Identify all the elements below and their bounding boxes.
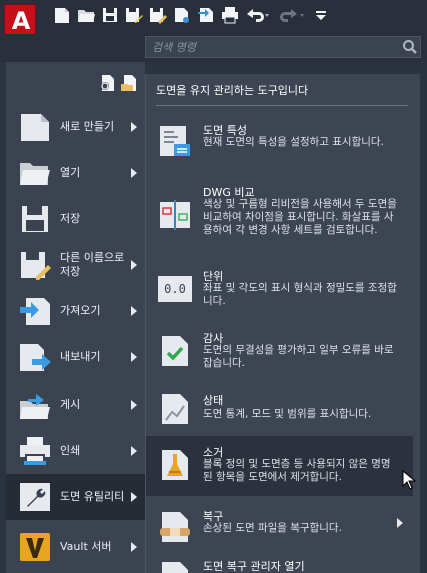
utility-description: 블록 정의 및 도면층 등 사용되지 않은 명명된 항목을 도면에서 제거합니다… — [203, 458, 391, 483]
redo-icon[interactable] — [280, 6, 306, 24]
submenu-arrow-icon — [131, 122, 137, 132]
utility-description: 도면 통계, 모드 및 범위를 표시합니다. — [203, 408, 372, 420]
customize-icon[interactable] — [314, 6, 328, 24]
export-icon — [20, 344, 51, 371]
save-icon[interactable] — [100, 6, 120, 24]
utility-description: 손상된 도면 파일을 복구합니다. — [203, 522, 342, 534]
menu-item-label: 다른 이름으로 저장 — [60, 251, 125, 278]
menu-item-label: 게시 — [60, 398, 81, 411]
save-to-web-icon[interactable] — [196, 6, 216, 24]
new-icon[interactable] — [52, 6, 72, 24]
submenu-arrow-icon — [131, 446, 137, 456]
menu-item-label: 인쇄 — [60, 444, 81, 457]
open-icon[interactable] — [76, 6, 96, 24]
menu-item-new[interactable]: 새로 만들기 — [6, 104, 145, 150]
pane-title: 도면을 유지 관리하는 도구입니다 — [156, 84, 309, 97]
save-as-icon-2[interactable] — [148, 6, 168, 24]
audit-icon — [162, 336, 188, 366]
save-as-disk-icon — [21, 252, 51, 280]
mouse-cursor-icon — [402, 470, 416, 490]
undo-icon[interactable] — [244, 6, 270, 24]
status-icon — [162, 394, 188, 424]
submenu-arrow-icon — [131, 492, 137, 502]
utility-units[interactable]: 0.0 단위 좌표 및 각도의 표시 형식과 정밀도를 조정합니다. — [146, 264, 413, 320]
quick-access-toolbar — [0, 0, 427, 34]
utility-description: 도면의 무결성을 평가하고 일부 오류를 바로잡습니다. — [203, 344, 394, 369]
import-icon — [20, 298, 50, 325]
utility-status[interactable]: 상태 도면 통계, 모드 및 범위를 표시합니다. — [146, 386, 413, 432]
open-from-web-icon[interactable] — [172, 6, 192, 24]
menu-item-save[interactable]: 저장 — [6, 196, 145, 242]
utility-title: 도면 복구 관리자 열기 — [203, 560, 305, 573]
submenu-arrow-icon — [131, 352, 137, 362]
save-disk-icon — [22, 206, 48, 232]
menu-right-edge — [420, 62, 427, 573]
units-icon: 0.0 — [158, 276, 192, 302]
menu-item-open[interactable]: 열기 — [6, 150, 145, 196]
menu-item-label: Vault 서버 — [60, 540, 112, 553]
utility-title: 상태 — [203, 394, 224, 407]
pane-divider — [156, 105, 408, 106]
utility-purge[interactable]: 소거 블록 정의 및 도면층 등 사용되지 않은 명명된 항목을 도면에서 제거… — [146, 436, 413, 496]
open-folder-icon — [20, 163, 50, 185]
utility-dwg-compare[interactable]: DWG 비교 색상 및 구름형 리비전을 사용해서 두 도면을 비교하여 차이점… — [146, 176, 413, 256]
new-drawing-icon — [21, 114, 49, 141]
submenu-arrow-icon — [131, 168, 137, 178]
search-row — [0, 34, 427, 62]
drawing-utilities-icon — [20, 483, 50, 511]
menu-item-label: 내보내기 — [60, 350, 101, 363]
recover-icon — [160, 512, 190, 542]
utility-drawing-properties[interactable]: 도면 특성 현재 도면의 특성을 설정하고 표시합니다. — [146, 114, 413, 174]
menu-item-label: 새로 만들기 — [60, 120, 115, 133]
menu-item-label: 가져오기 — [60, 304, 101, 317]
recent-open-toolbar — [6, 62, 145, 100]
menu-item-vault-server[interactable]: Vault 서버 — [6, 524, 145, 570]
menu-item-print[interactable]: 인쇄 — [6, 428, 145, 474]
menu-item-label: 저장 — [60, 212, 81, 225]
utility-description: 색상 및 구름형 리비전을 사용해서 두 도면을 비교하여 차이점을 표시합니다… — [203, 198, 397, 236]
utility-recovery-manager[interactable]: 도면 복구 관리자 열기 — [146, 554, 413, 573]
utility-recover[interactable]: 복구 손상된 도면 파일을 복구합니다. — [146, 500, 413, 552]
vault-icon — [20, 533, 50, 561]
menu-item-label: 열기 — [60, 166, 81, 179]
recovery-manager-icon — [162, 562, 188, 573]
submenu-arrow-icon — [131, 400, 137, 410]
search-input[interactable] — [145, 36, 421, 58]
search-icon[interactable] — [402, 39, 418, 55]
purge-icon — [162, 450, 188, 480]
menu-item-import[interactable]: 가져오기 — [6, 288, 145, 334]
recent-documents-icon[interactable] — [99, 74, 117, 92]
utility-description: 좌표 및 각도의 표시 형식과 정밀도를 조정합니다. — [203, 282, 397, 307]
utility-description: 현재 도면의 특성을 설정하고 표시합니다. — [203, 136, 384, 148]
publish-icon — [20, 394, 50, 419]
print-icon — [20, 437, 50, 466]
submenu-arrow-icon — [131, 260, 137, 270]
submenu-arrow-icon — [397, 518, 403, 528]
save-as-icon[interactable] — [124, 6, 144, 24]
menu-item-save-as[interactable]: 다른 이름으로 저장 — [6, 242, 145, 288]
dwg-compare-icon — [160, 200, 190, 230]
menu-item-label: 도면 유틸리티 — [60, 490, 125, 503]
menu-item-export[interactable]: 내보내기 — [6, 334, 145, 380]
open-documents-icon[interactable] — [120, 74, 138, 92]
menu-item-drawing-utilities[interactable]: 도면 유틸리티 — [6, 474, 145, 520]
submenu-arrow-icon — [131, 542, 137, 552]
menu-item-publish[interactable]: 게시 — [6, 382, 145, 428]
utility-audit[interactable]: 감사 도면의 무결성을 평가하고 일부 오류를 바로잡습니다. — [146, 324, 413, 380]
app-logo: A — [11, 7, 31, 35]
plot-icon[interactable] — [220, 6, 240, 24]
drawing-properties-icon — [160, 126, 190, 156]
submenu-arrow-icon — [131, 306, 137, 316]
application-menu-button[interactable]: A — [4, 4, 36, 38]
